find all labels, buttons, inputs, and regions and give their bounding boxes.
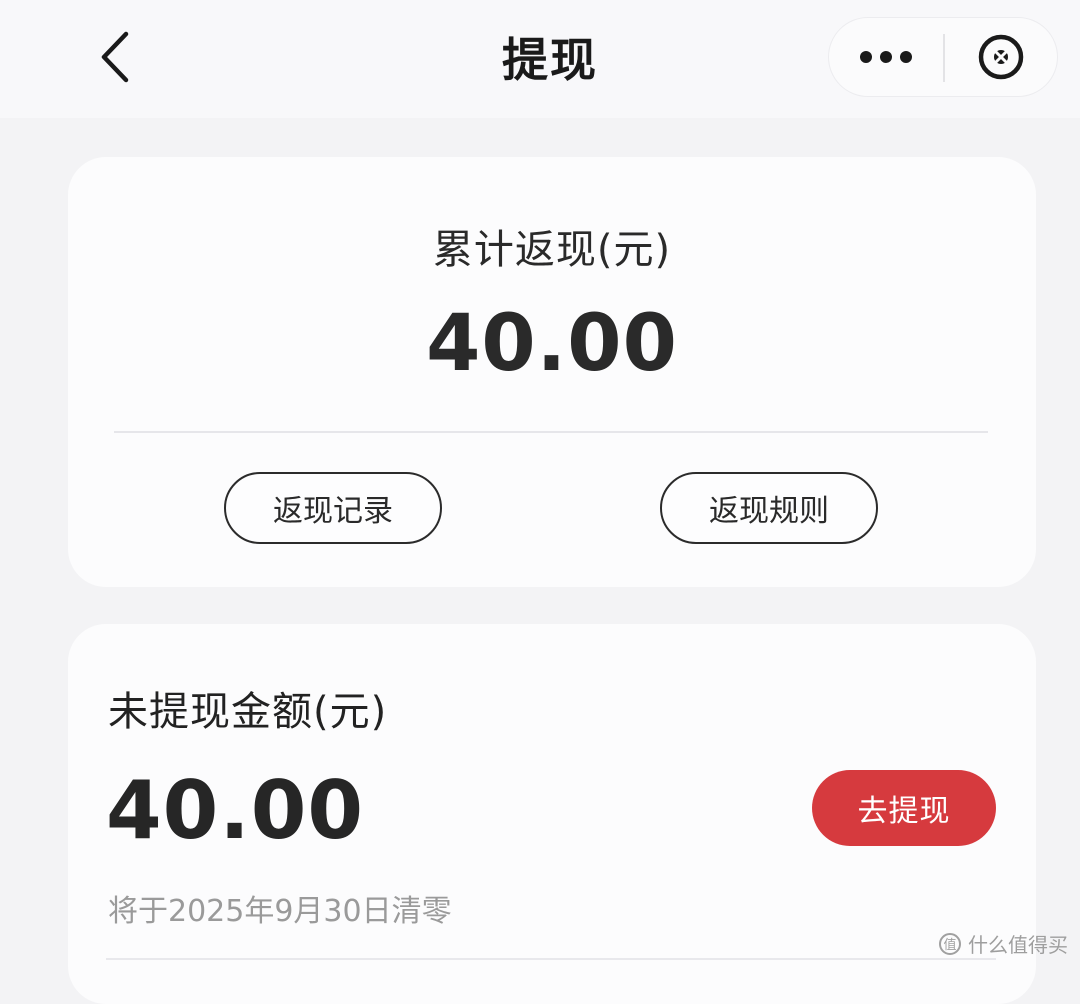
expiry-note: 将于2025年9月30日清零 bbox=[108, 894, 452, 929]
svg-text:值: 值 bbox=[943, 937, 956, 953]
total-cashback-label: 累计返现(元) bbox=[432, 227, 672, 273]
cashback-summary-card: 累计返现(元) 40.00 返现记录 返现规则 bbox=[68, 157, 1036, 587]
total-cashback-amount: 40.00 bbox=[426, 299, 678, 389]
unwithdrawn-amount-label: 未提现金额(元) bbox=[108, 689, 388, 735]
watermark-text: 什么值得买 bbox=[968, 933, 1068, 957]
more-button[interactable] bbox=[829, 18, 943, 96]
withdraw-button[interactable]: 去提现 bbox=[812, 770, 996, 846]
navigation-bar: 提现 bbox=[0, 0, 1080, 118]
more-dots-icon bbox=[860, 51, 912, 63]
cashback-records-button[interactable]: 返现记录 bbox=[224, 472, 442, 544]
close-circle-icon bbox=[978, 34, 1024, 80]
cashback-rules-button[interactable]: 返现规则 bbox=[660, 472, 878, 544]
close-button[interactable] bbox=[945, 18, 1057, 96]
smzdm-logo-icon: 值 bbox=[939, 932, 961, 955]
withdraw-divider bbox=[106, 958, 996, 960]
withdraw-card: 未提现金额(元) 40.00 去提现 将于2025年9月30日清零 bbox=[68, 624, 1036, 1004]
summary-divider bbox=[114, 431, 988, 433]
mini-program-capsule bbox=[828, 17, 1058, 97]
watermark: 值 什么值得买 bbox=[938, 929, 1068, 958]
unwithdrawn-amount: 40.00 bbox=[106, 764, 365, 857]
